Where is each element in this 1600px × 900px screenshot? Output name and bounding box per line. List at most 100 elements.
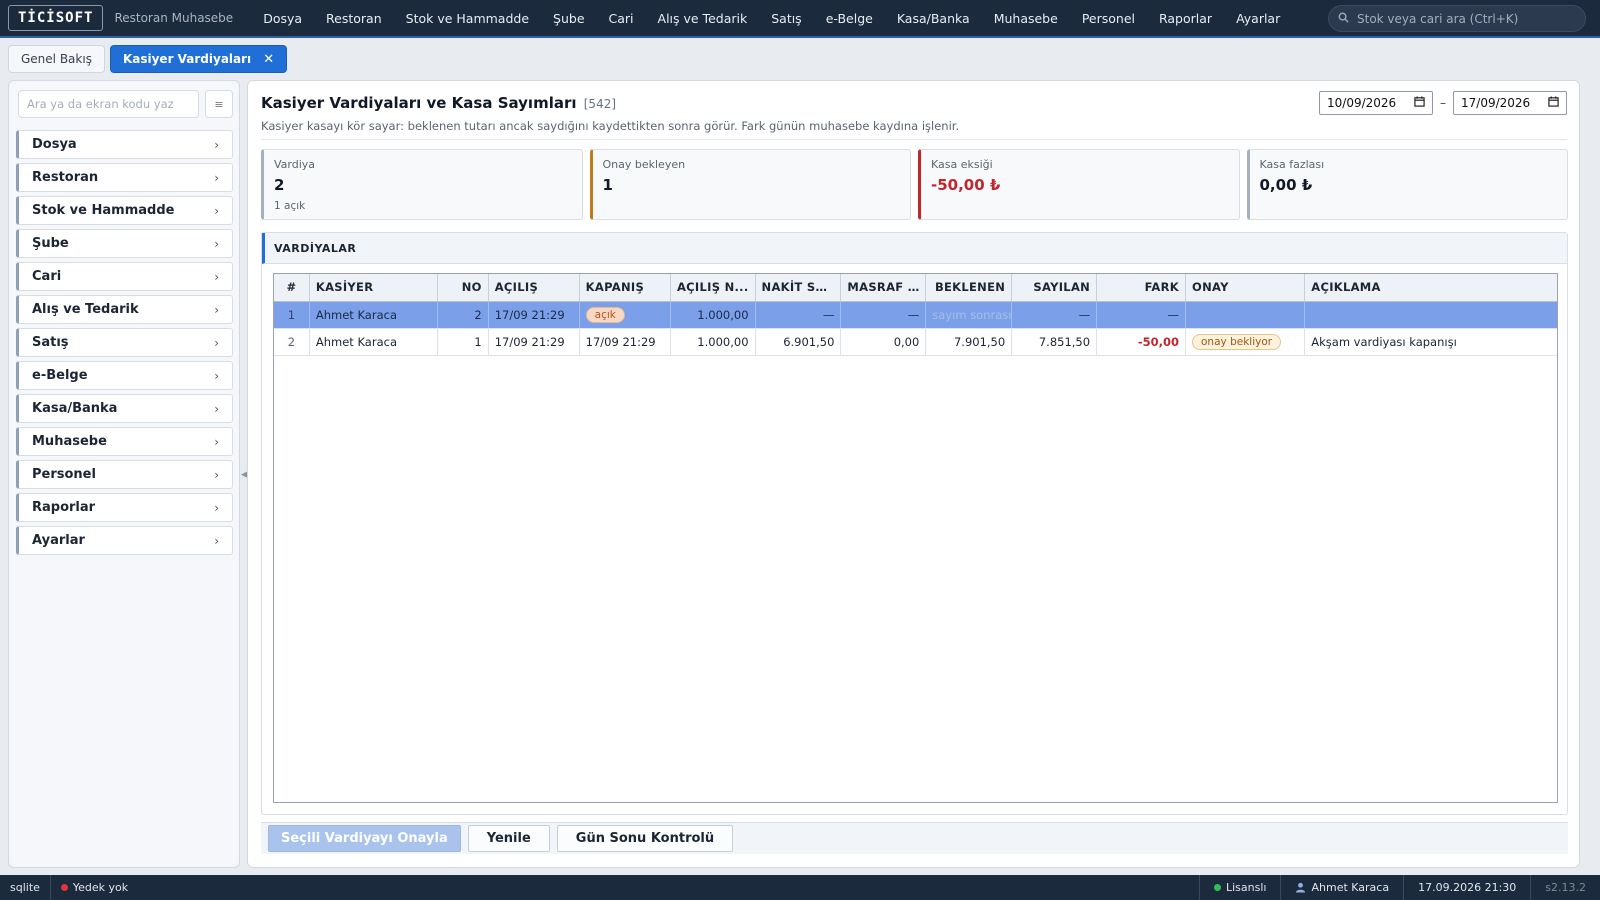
column-header[interactable]: MASRAF ...	[840, 274, 927, 302]
column-header[interactable]: AÇIKLAMA	[1304, 274, 1557, 302]
sidebar-item-restoran[interactable]: Restoran ›	[16, 163, 233, 192]
chevron-right-icon: ›	[214, 236, 219, 251]
topnav-raporlar[interactable]: Raporlar	[1159, 11, 1212, 26]
column-header[interactable]: FARK	[1096, 274, 1186, 302]
sidebar-item-stok[interactable]: Stok ve Hammadde ›	[16, 196, 233, 225]
cell-cash-sales: —	[755, 301, 842, 329]
sidebar-item-satis[interactable]: Satış ›	[16, 328, 233, 357]
sidebar-item-ebelge[interactable]: e-Belge ›	[16, 361, 233, 390]
status-user[interactable]: Ahmet Karaca	[1280, 875, 1403, 900]
topnav-satis[interactable]: Satış	[771, 11, 801, 26]
sidebar-item-label: Muhasebe	[32, 434, 107, 449]
sidebar-item-muhasebe[interactable]: Muhasebe ›	[16, 427, 233, 456]
topnav-ebelge[interactable]: e-Belge	[826, 11, 873, 26]
approve-shift-button[interactable]: Seçili Vardiyayı Onayla	[268, 825, 461, 852]
main-panel: Kasiyer Vardiyaları ve Kasa Sayımları [5…	[247, 80, 1580, 868]
sidebar: ≡ Dosya › Restoran › Stok ve Hammadde › Şub…	[8, 80, 240, 868]
chevron-right-icon: ›	[214, 335, 219, 350]
global-search[interactable]	[1328, 5, 1586, 32]
chevron-right-icon: ›	[214, 500, 219, 515]
end-of-day-check-button[interactable]: Gün Sonu Kontrolü	[556, 825, 734, 852]
column-header[interactable]: SAYILAN	[1011, 274, 1098, 302]
date-to-field[interactable]: 17/09/2026	[1453, 91, 1567, 115]
topnav-alis[interactable]: Alış ve Tedarik	[658, 11, 748, 26]
section-title: VARDİYALAR	[262, 233, 1567, 264]
menu-grid-icon[interactable]: ≡	[205, 90, 233, 118]
calendar-icon[interactable]	[1414, 96, 1425, 110]
sidebar-item-label: Kasa/Banka	[32, 401, 118, 416]
column-header[interactable]: ONAY	[1185, 274, 1306, 302]
column-header[interactable]: AÇILIŞ	[488, 274, 580, 302]
date-from-field[interactable]: 10/09/2026	[1319, 91, 1433, 115]
backup-status-icon	[60, 884, 68, 891]
refresh-button[interactable]: Yenile	[467, 825, 550, 852]
column-header[interactable]: KASİYER	[309, 274, 439, 302]
status-datetime: 17.09.2026 21:30	[1403, 875, 1530, 900]
topnav-dosya[interactable]: Dosya	[263, 11, 302, 26]
topnav-muhasebe[interactable]: Muhasebe	[994, 11, 1058, 26]
cell-approval	[1185, 301, 1306, 329]
date-from-value: 10/09/2026	[1327, 96, 1397, 110]
global-search-input[interactable]	[1357, 11, 1567, 26]
column-header[interactable]: #	[274, 274, 310, 302]
column-header[interactable]: AÇILIŞ N...	[670, 274, 756, 302]
column-header[interactable]: NAKİT SA...	[755, 274, 842, 302]
kpi-value: 1	[602, 176, 613, 194]
chevron-right-icon: ›	[214, 533, 219, 548]
cell-diff: -50,00	[1096, 328, 1186, 356]
cell-diff: —	[1096, 301, 1186, 329]
cell-index: 1	[274, 301, 310, 329]
sidebar-item-personel[interactable]: Personel ›	[16, 460, 233, 489]
kpi-value: 0,00 ₺	[1259, 176, 1313, 194]
cell-expected: sayım sonrası	[925, 301, 1013, 329]
sidebar-item-label: Raporlar	[32, 500, 96, 515]
sidebar-item-raporlar[interactable]: Raporlar ›	[16, 493, 233, 522]
chevron-right-icon: ›	[214, 467, 219, 482]
sidebar-item-ayarlar[interactable]: Ayarlar ›	[16, 526, 233, 555]
kpi-value: 2	[274, 176, 285, 194]
sidebar-item-sube[interactable]: Şube ›	[16, 229, 233, 258]
topnav-sube[interactable]: Şube	[553, 11, 584, 26]
close-icon[interactable]: ✕	[263, 52, 274, 67]
sidebar-item-label: Restoran	[32, 170, 99, 185]
date-to-value: 17/09/2026	[1461, 96, 1531, 110]
topnav-kasabanka[interactable]: Kasa/Banka	[897, 11, 970, 26]
topnav-personel[interactable]: Personel	[1082, 11, 1135, 26]
column-header[interactable]: KAPANIŞ	[579, 274, 671, 302]
table-row[interactable]: 1 Ahmet Karaca 2 17/09 21:29 açık 1.000,…	[274, 301, 1557, 329]
date-range: 10/09/2026 – 17/09/2026	[1319, 91, 1567, 115]
calendar-icon[interactable]	[1548, 96, 1559, 110]
page-title-text: Kasiyer Vardiyaları ve Kasa Sayımları	[261, 94, 577, 112]
tab-cashier-shifts[interactable]: Kasiyer Vardiyaları ✕	[109, 45, 288, 73]
record-count: [542]	[583, 97, 617, 111]
topnav-stok[interactable]: Stok ve Hammadde	[406, 11, 529, 26]
sidebar-item-label: Cari	[32, 269, 62, 284]
shifts-section: VARDİYALAR # KASİYER NO AÇILIŞ KAPANIŞ A…	[261, 232, 1568, 815]
page-title: Kasiyer Vardiyaları ve Kasa Sayımları [5…	[261, 94, 616, 112]
table-row[interactable]: 2 Ahmet Karaca 1 17/09 21:29 17/09 21:29…	[274, 328, 1557, 356]
column-header[interactable]: NO	[437, 274, 489, 302]
sidebar-search-input[interactable]	[18, 90, 199, 118]
cell-counted: —	[1011, 301, 1098, 329]
shifts-grid[interactable]: # KASİYER NO AÇILIŞ KAPANIŞ AÇILIŞ N... …	[273, 273, 1558, 803]
tab-overview[interactable]: Genel Bakış	[8, 45, 105, 73]
sidebar-item-alis[interactable]: Alış ve Tedarik ›	[16, 295, 233, 324]
sidebar-item-dosya[interactable]: Dosya ›	[16, 130, 233, 159]
column-header[interactable]: BEKLENEN	[925, 274, 1013, 302]
chevron-right-icon: ›	[214, 434, 219, 449]
app-logo[interactable]: TİCİSOFT	[8, 5, 104, 31]
cell-closed: açık	[579, 301, 671, 329]
chevron-right-icon: ›	[214, 368, 219, 383]
sidebar-item-kasabanka[interactable]: Kasa/Banka ›	[16, 394, 233, 423]
sidebar-item-label: e-Belge	[32, 368, 88, 383]
sidebar-item-label: Alış ve Tedarik	[32, 302, 139, 317]
topnav-restoran[interactable]: Restoran	[326, 11, 382, 26]
status-badge: onay bekliyor	[1192, 333, 1282, 350]
topnav-ayarlar[interactable]: Ayarlar	[1236, 11, 1280, 26]
topnav-cari[interactable]: Cari	[609, 11, 634, 26]
top-bar: TİCİSOFT Restoran Muhasebe Dosya Restora…	[0, 0, 1600, 38]
sidebar-item-cari[interactable]: Cari ›	[16, 262, 233, 291]
sidebar-item-label: Satış	[32, 335, 69, 350]
cell-no: 1	[437, 328, 489, 356]
kpi-shifts: Vardiya 2 1 açık	[261, 149, 583, 220]
